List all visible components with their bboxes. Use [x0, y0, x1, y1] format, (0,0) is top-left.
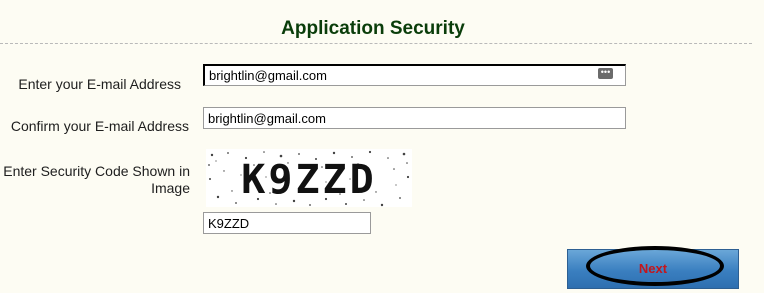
title-divider — [0, 43, 752, 44]
next-button-label: Next — [638, 261, 668, 276]
captcha-graphic: K9ZZD — [208, 150, 410, 207]
captcha-image: K9ZZD — [206, 149, 412, 207]
confirm-email-field[interactable] — [203, 107, 626, 129]
confirm-email-label: Confirm your E-mail Address — [10, 118, 189, 134]
security-code-label: Enter Security Code Shown in Image — [3, 163, 190, 196]
password-manager-icon[interactable]: ••• — [598, 68, 613, 79]
next-button[interactable]: Next — [567, 249, 739, 289]
captcha-text: K9ZZD — [241, 157, 376, 203]
email-label: Enter your E-mail Address — [18, 76, 181, 92]
security-code-field[interactable] — [203, 212, 371, 234]
email-field[interactable] — [203, 64, 626, 86]
page-title: Application Security — [281, 18, 465, 39]
